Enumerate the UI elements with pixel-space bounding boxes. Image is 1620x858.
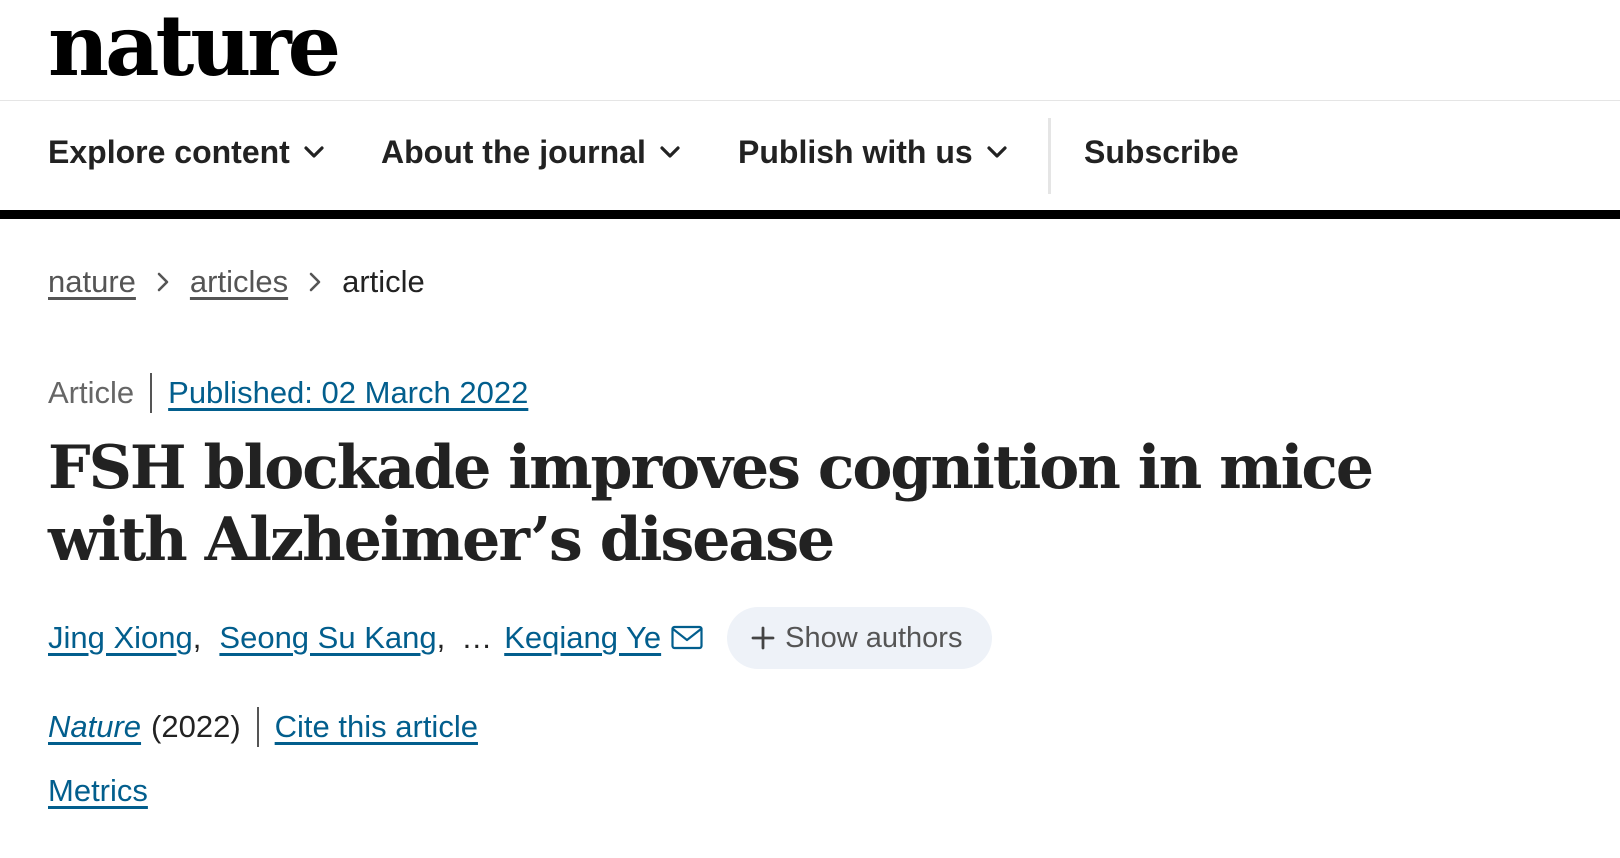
chevron-down-icon	[987, 145, 1007, 159]
meta-divider	[150, 373, 153, 413]
nav-explore-content[interactable]: Explore content	[48, 130, 324, 174]
nav-publish-with-us[interactable]: Publish with us	[738, 130, 1007, 174]
article-type: Article	[48, 375, 135, 410]
show-authors-button[interactable]: Show authors	[727, 607, 993, 669]
article-title: FSH blockade improves cognition in mice …	[48, 433, 1374, 575]
chevron-down-icon	[304, 145, 324, 159]
author-separator: ,	[192, 620, 202, 655]
article-meta: Article Published: 02 March 2022	[48, 372, 528, 414]
mail-icon[interactable]	[671, 625, 703, 651]
breadcrumb-nature[interactable]: nature	[48, 264, 136, 300]
nav-divider	[1048, 118, 1051, 194]
author-list: Jing Xiong , Seong Su Kang , … Keqiang Y…	[48, 604, 993, 672]
subscribe-link[interactable]: Subscribe	[1084, 130, 1239, 174]
author-link-keqiang-ye[interactable]: Keqiang Ye	[504, 620, 661, 656]
journal-link[interactable]: Nature	[48, 709, 141, 745]
breadcrumb: nature articles article	[48, 262, 425, 302]
show-authors-label: Show authors	[785, 621, 963, 654]
citation-line: Nature (2022) Cite this article	[48, 706, 478, 748]
chevron-right-icon	[156, 272, 170, 292]
author-link-seong-su-kang[interactable]: Seong Su Kang	[219, 620, 436, 656]
chevron-right-icon	[308, 272, 322, 292]
article-page: nature Explore content About the journal…	[0, 0, 1620, 858]
publication-year: (2022)	[151, 709, 241, 744]
breadcrumb-current: article	[342, 264, 425, 299]
nav-rule	[0, 210, 1620, 219]
nav-publish-with-us-label: Publish with us	[738, 133, 973, 170]
published-date-link[interactable]: Published: 02 March 2022	[168, 375, 528, 411]
author-separator: ,	[436, 620, 446, 655]
metrics-link[interactable]: Metrics	[48, 773, 148, 809]
author-ellipsis: …	[461, 620, 493, 655]
citation-divider	[256, 707, 259, 747]
nav-about-journal[interactable]: About the journal	[381, 130, 680, 174]
nav-explore-content-label: Explore content	[48, 133, 290, 170]
chevron-down-icon	[660, 145, 680, 159]
subscribe-label: Subscribe	[1084, 133, 1239, 170]
author-link-jing-xiong[interactable]: Jing Xiong	[48, 620, 193, 656]
cite-article-link[interactable]: Cite this article	[275, 709, 478, 745]
nature-logo[interactable]: nature	[48, 4, 341, 88]
main-nav: Explore content About the journal Publis…	[0, 102, 1620, 210]
plus-icon	[751, 626, 775, 650]
nav-about-journal-label: About the journal	[381, 133, 646, 170]
breadcrumb-articles[interactable]: articles	[190, 264, 288, 300]
metrics-section: Metrics	[48, 770, 148, 812]
site-header: nature	[0, 0, 1620, 101]
